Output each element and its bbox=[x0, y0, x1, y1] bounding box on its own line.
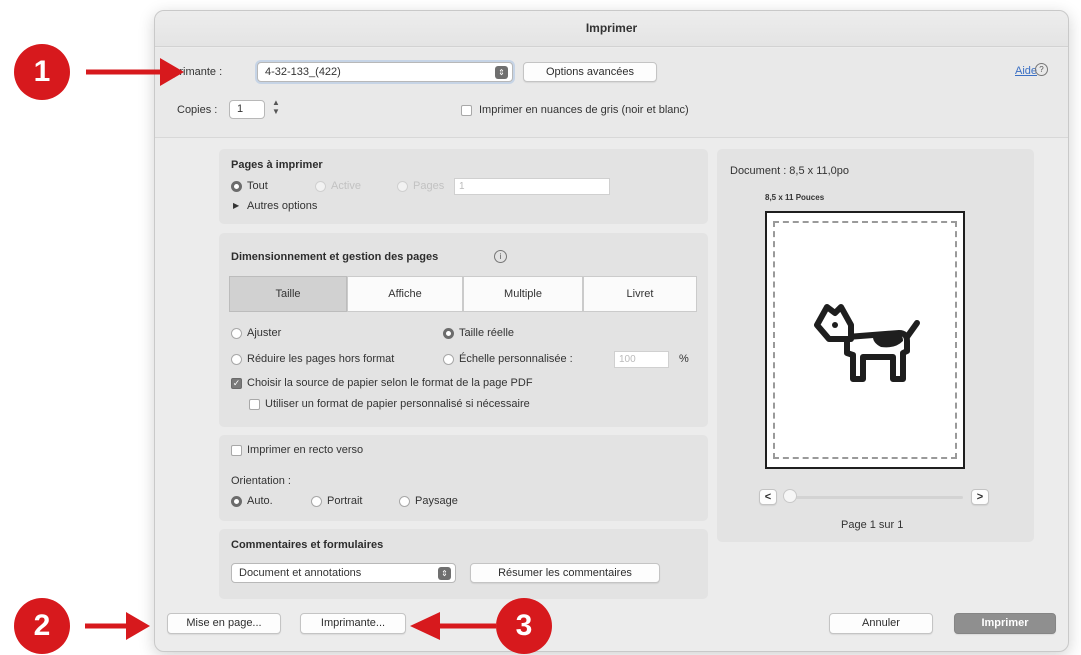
callout-arrows bbox=[85, 58, 496, 640]
callout-2: 2 bbox=[14, 598, 70, 654]
callout-3: 3 bbox=[496, 598, 552, 654]
callout-1: 1 bbox=[14, 44, 70, 100]
